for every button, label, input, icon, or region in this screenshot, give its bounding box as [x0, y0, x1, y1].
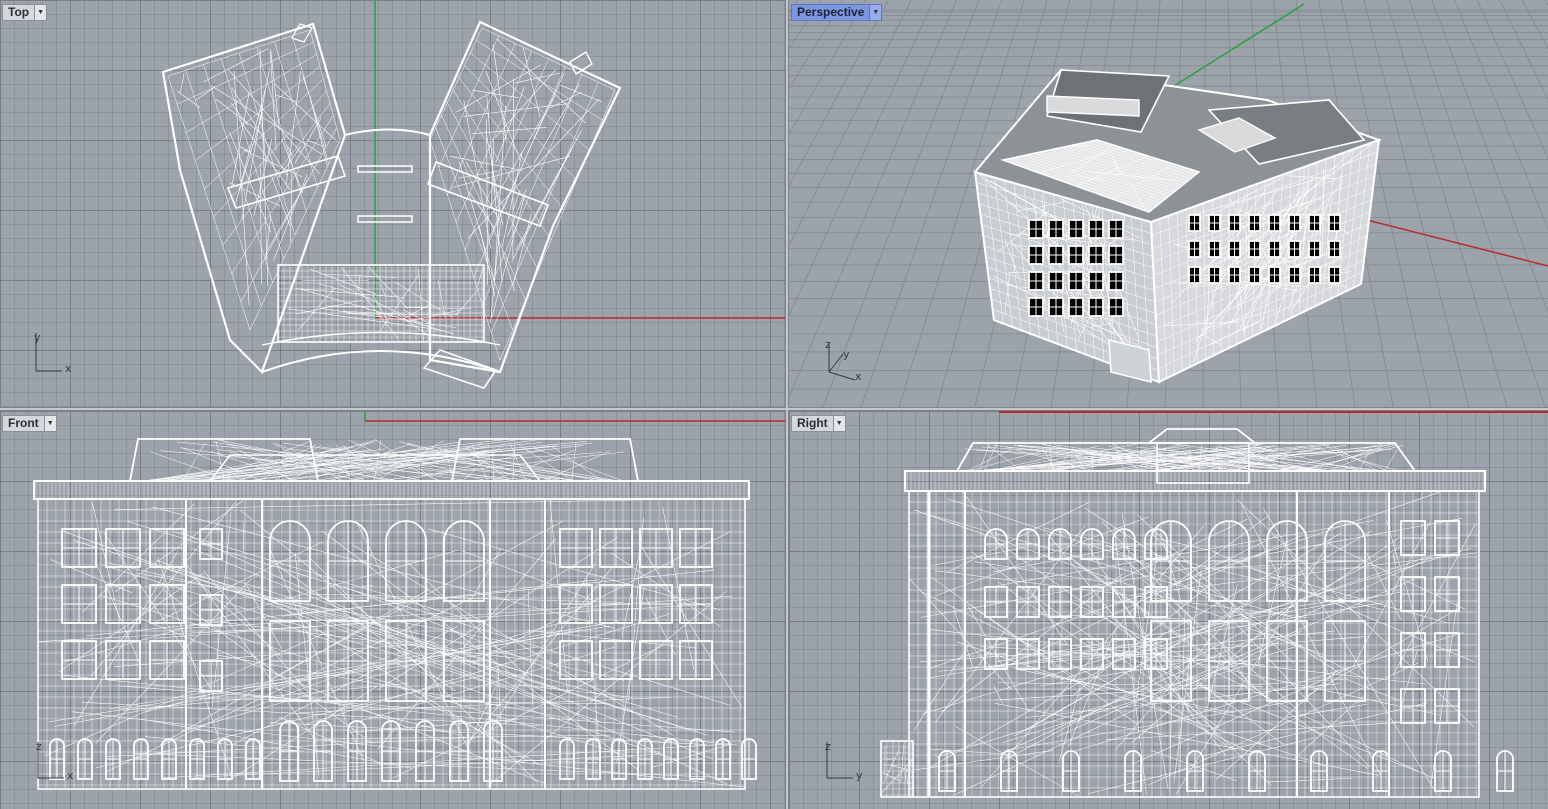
viewport-title-right[interactable]: Right — [791, 415, 834, 432]
axis-label-y: y — [856, 769, 863, 782]
axis-indicator-icon: y x — [34, 331, 72, 375]
viewport-front[interactable]: Front ▼ z x — [0, 410, 786, 809]
viewport-perspective[interactable]: Perspective ▼ z y x — [788, 0, 1548, 408]
building-wireframe-top[interactable] — [161, 20, 622, 389]
chevron-down-icon[interactable]: ▼ — [833, 415, 846, 432]
axis-indicator-icon: z x — [36, 740, 74, 782]
chevron-down-icon[interactable]: ▼ — [35, 4, 48, 21]
axis-label-y: y — [843, 348, 850, 361]
viewport-top[interactable]: Top ▼ y x — [0, 0, 786, 408]
building-wireframe-perspective[interactable] — [973, 68, 1382, 384]
perspective-view-canvas[interactable] — [789, 0, 1548, 407]
chevron-down-icon[interactable]: ▼ — [44, 415, 57, 432]
axis-label-z: z — [825, 740, 831, 753]
viewport-title-front[interactable]: Front — [2, 415, 45, 432]
viewport-right[interactable]: Right ▼ z y — [788, 410, 1548, 809]
viewport-tab-top[interactable]: Top ▼ — [2, 4, 48, 21]
axis-label-x: x — [855, 370, 862, 383]
axis-label-y: y — [34, 331, 41, 344]
axis-label-x: x — [67, 769, 74, 782]
building-wireframe-right[interactable] — [880, 428, 1514, 798]
viewport-tab-front[interactable]: Front ▼ — [2, 415, 57, 432]
right-view-canvas[interactable] — [789, 411, 1548, 809]
y-axis-line — [1173, 3, 1305, 87]
viewport-title-top[interactable]: Top — [2, 4, 36, 21]
axis-label-x: x — [65, 362, 72, 375]
building-wireframe-front[interactable] — [33, 438, 757, 790]
axis-label-z: z — [36, 740, 42, 753]
viewport-title-perspective[interactable]: Perspective — [791, 4, 871, 21]
axis-indicator-icon: z y — [825, 740, 863, 782]
viewport-tab-right[interactable]: Right ▼ — [791, 415, 846, 432]
chevron-down-icon[interactable]: ▼ — [870, 4, 883, 21]
axis-label-z: z — [825, 338, 831, 351]
axis-indicator-icon: z y x — [825, 338, 862, 383]
viewport-tab-perspective[interactable]: Perspective ▼ — [791, 4, 883, 21]
front-view-canvas[interactable] — [0, 411, 785, 809]
top-view-canvas[interactable] — [0, 0, 785, 407]
